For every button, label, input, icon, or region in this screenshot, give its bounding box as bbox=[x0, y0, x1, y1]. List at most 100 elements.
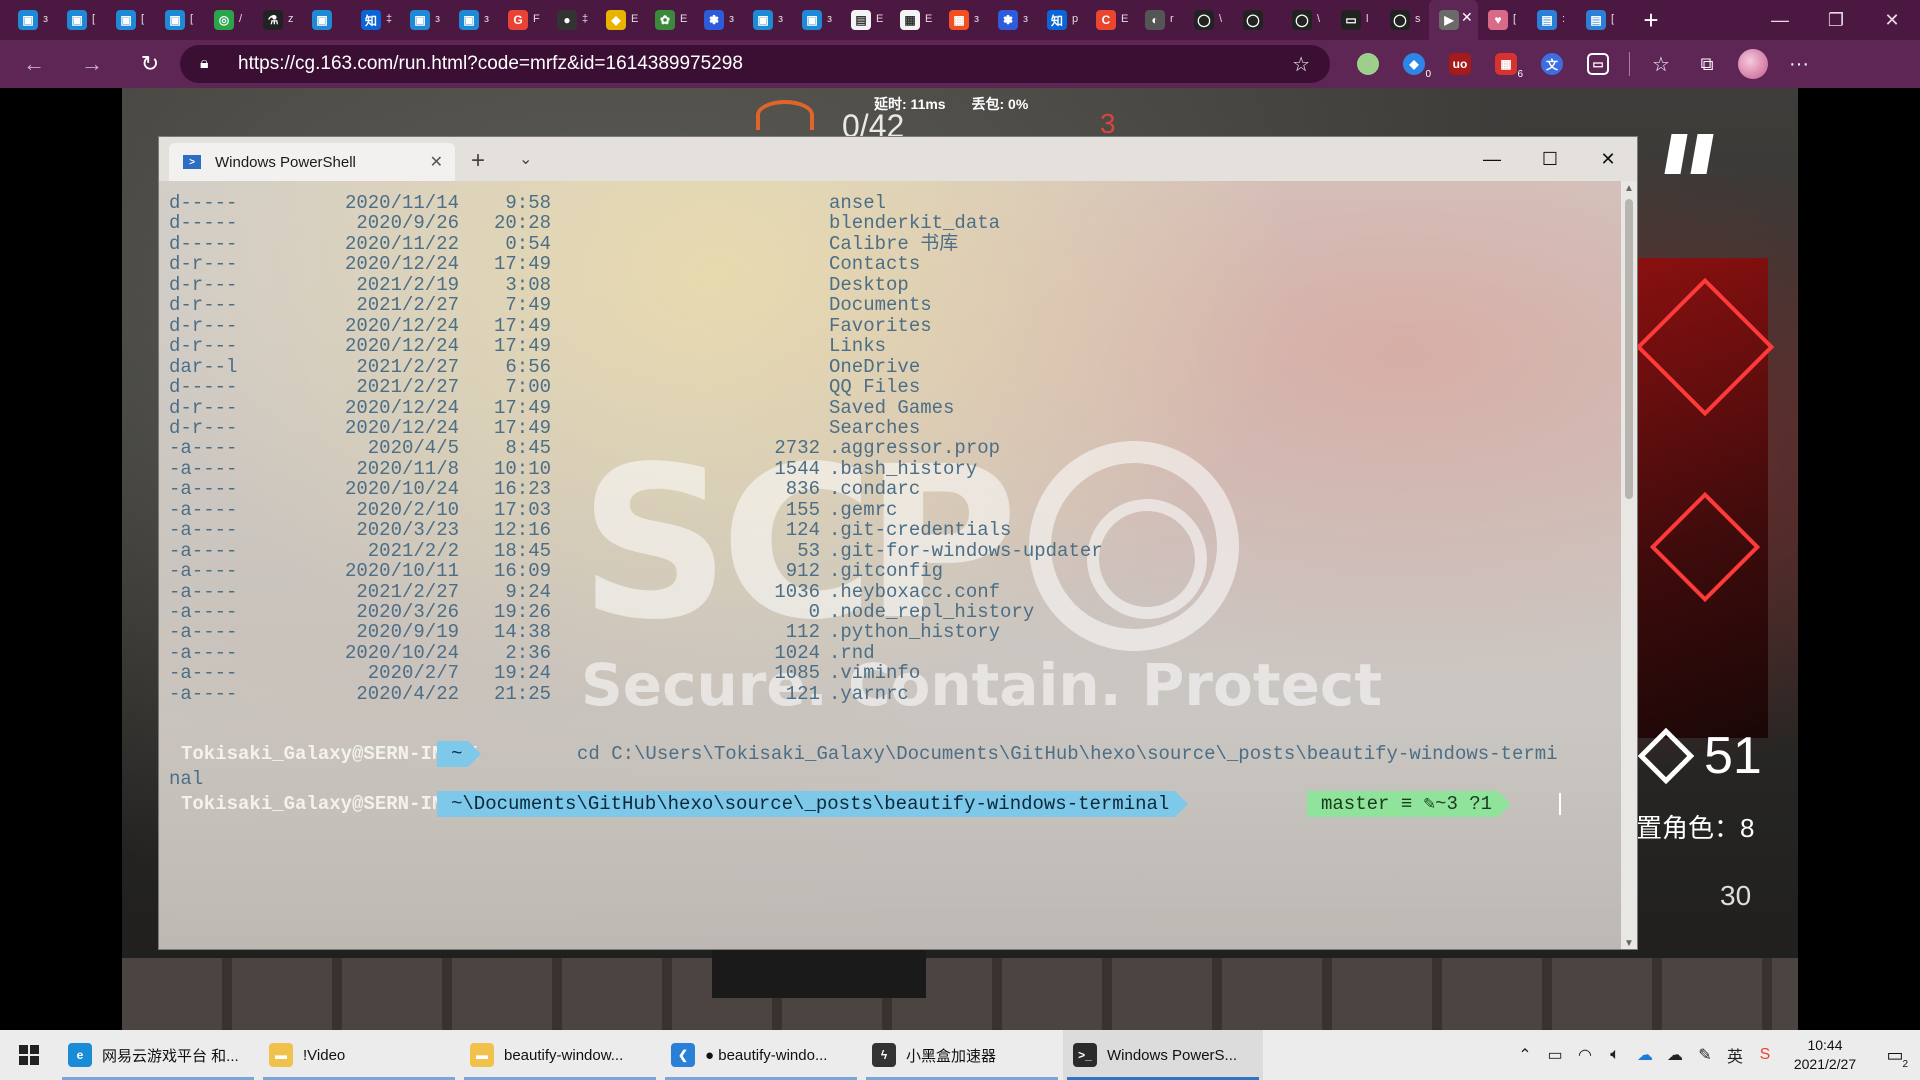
url-text[interactable]: https://cg.163.com/run.html?code=mrfz&id… bbox=[238, 53, 743, 75]
terminal-titlebar[interactable]: > Windows PowerShell ✕ + ⌄ — ☐ ✕ bbox=[159, 137, 1637, 181]
taskbar-app-button[interactable]: ϟ 小黑盒加速器 bbox=[862, 1030, 1062, 1080]
settings-menu-button[interactable]: ··· bbox=[1776, 46, 1822, 82]
add-favorite-icon[interactable]: ☆ bbox=[1292, 52, 1310, 77]
input-method-icon[interactable]: 英 bbox=[1720, 1030, 1750, 1080]
browser-tab[interactable]: ✿ E bbox=[645, 0, 694, 40]
browser-tab[interactable]: ▣ з bbox=[400, 0, 449, 40]
browser-tab[interactable]: ▣ з bbox=[743, 0, 792, 40]
microsoft-icon: ▦ bbox=[949, 10, 969, 30]
chevron-down-icon[interactable]: ⌄ bbox=[519, 149, 532, 169]
deploy-area-button[interactable] bbox=[712, 946, 926, 998]
browser-toolbar: ← → ↻ 🔒︎ https://cg.163.com/run.html?cod… bbox=[0, 40, 1920, 88]
browser-tab[interactable]: ▶ ✕ bbox=[1429, 0, 1478, 40]
file-length: 121 bbox=[785, 682, 820, 705]
taskbar-app-button[interactable]: ▬ beautify-window... bbox=[460, 1030, 660, 1080]
favorites-button[interactable]: ☆ bbox=[1638, 46, 1684, 82]
scrollbar-thumb[interactable] bbox=[1625, 199, 1633, 499]
minimize-button[interactable]: — bbox=[1463, 137, 1521, 181]
browser-tab[interactable]: ♥[ bbox=[1478, 0, 1527, 40]
clock[interactable]: 10:44 2021/2/27 bbox=[1780, 1036, 1870, 1074]
browser-tab[interactable]: ◯ bbox=[1233, 0, 1282, 40]
browser-tab[interactable]: ◯ \ bbox=[1282, 0, 1331, 40]
browser-tab[interactable]: GF bbox=[498, 0, 547, 40]
volume-icon[interactable]: 🔈︎ bbox=[1600, 1030, 1630, 1080]
browser-tab[interactable]: ⚗ z bbox=[253, 0, 302, 40]
profile-button[interactable] bbox=[1730, 46, 1776, 82]
tab-title-truncated: : bbox=[1562, 13, 1566, 25]
tab-title-truncated: z bbox=[288, 13, 294, 25]
terminal-tab[interactable]: > Windows PowerShell ✕ bbox=[169, 143, 455, 181]
tab-title-truncated: з bbox=[974, 13, 980, 25]
extension-blue-button[interactable]: ◆ 0 bbox=[1391, 46, 1437, 82]
browser-tab[interactable]: ▣ bbox=[302, 0, 351, 40]
browser-tab[interactable]: ▤ E bbox=[841, 0, 890, 40]
browser-tab[interactable]: ◎ / bbox=[204, 0, 253, 40]
wifi-icon[interactable]: ◠ bbox=[1570, 1030, 1600, 1080]
restore-button[interactable]: ❐ bbox=[1808, 0, 1864, 40]
collections-button[interactable]: ⧉ bbox=[1684, 46, 1730, 82]
browser-tab[interactable]: ▤[ bbox=[1576, 0, 1625, 40]
onedrive-icon[interactable]: ☁ bbox=[1630, 1030, 1660, 1080]
forward-button[interactable]: → bbox=[68, 44, 116, 84]
browser-tab[interactable]: ▤: bbox=[1527, 0, 1576, 40]
bilibili-icon: ▣ bbox=[802, 10, 822, 30]
pause-button[interactable] bbox=[1664, 134, 1714, 174]
pen-icon[interactable]: ✎ bbox=[1690, 1030, 1720, 1080]
browser-tab[interactable]: ◯ s bbox=[1380, 0, 1429, 40]
bilibili-icon: ▣ bbox=[67, 10, 87, 30]
browser-tab[interactable]: ◐ r bbox=[1135, 0, 1184, 40]
scrollbar[interactable]: ▲ ▼ bbox=[1621, 181, 1637, 949]
browser-tab[interactable]: 知 ‡ bbox=[351, 0, 400, 40]
browser-tab[interactable]: ● ‡ bbox=[547, 0, 596, 40]
browser-tab[interactable]: ▣[ bbox=[155, 0, 204, 40]
browser-tab[interactable]: ▣ з bbox=[792, 0, 841, 40]
taskbar-app-button[interactable]: ❮ ● beautify-windo... bbox=[661, 1030, 861, 1080]
extension-red-button[interactable]: ▦ 6 bbox=[1483, 46, 1529, 82]
browser-tab[interactable]: ▣ з bbox=[449, 0, 498, 40]
browser-tab[interactable]: ◯ \ bbox=[1184, 0, 1233, 40]
ublock-button[interactable]: uo bbox=[1437, 46, 1483, 82]
chevron-up-icon[interactable]: ⌃ bbox=[1510, 1030, 1540, 1080]
close-tab-icon[interactable]: ✕ bbox=[430, 152, 443, 172]
browser-tab[interactable]: ▣ з bbox=[8, 0, 57, 40]
terminal-output[interactable]: SCP Secure. Contain. Protect d----- 2020/… bbox=[159, 181, 1623, 949]
browser-tab[interactable]: 知p bbox=[1037, 0, 1086, 40]
refresh-button[interactable]: ↻ bbox=[126, 44, 174, 84]
translate-button[interactable]: 文 bbox=[1529, 46, 1575, 82]
browser-tab[interactable]: ▦ E bbox=[890, 0, 939, 40]
taskbar-app-button[interactable]: >_ Windows PowerS... bbox=[1063, 1030, 1263, 1080]
extension-green-button[interactable] bbox=[1345, 46, 1391, 82]
close-button[interactable]: ✕ bbox=[1864, 0, 1920, 40]
app-tray-icon[interactable]: S bbox=[1750, 1030, 1780, 1080]
scroll-down-icon[interactable]: ▼ bbox=[1621, 938, 1637, 949]
folder-icon: ▬ bbox=[470, 1043, 494, 1067]
browser-tab[interactable]: ▦ з bbox=[939, 0, 988, 40]
browser-tab[interactable]: ▣[ bbox=[57, 0, 106, 40]
maximize-button[interactable]: ☐ bbox=[1521, 137, 1579, 181]
address-bar[interactable]: 🔒︎ https://cg.163.com/run.html?code=mrfz… bbox=[180, 45, 1330, 83]
browser-tab[interactable]: ✽ з bbox=[694, 0, 743, 40]
new-tab-button[interactable]: + bbox=[1631, 0, 1671, 40]
close-tab-icon[interactable]: ✕ bbox=[1461, 9, 1473, 26]
close-button[interactable]: ✕ bbox=[1579, 137, 1637, 181]
taskbar-app-button[interactable]: e 网易云游戏平台 和... bbox=[58, 1030, 258, 1080]
scroll-up-icon[interactable]: ▲ bbox=[1621, 183, 1637, 194]
notification-button[interactable]: ▭ 2 bbox=[1870, 1030, 1920, 1080]
battery-icon[interactable]: ▭ bbox=[1540, 1030, 1570, 1080]
back-button[interactable]: ← bbox=[10, 44, 58, 84]
reader-button[interactable]: ▭ bbox=[1575, 46, 1621, 82]
minimize-button[interactable]: — bbox=[1752, 0, 1808, 40]
terminal-window[interactable]: > Windows PowerShell ✕ + ⌄ — ☐ ✕ SCP Sec… bbox=[158, 136, 1638, 950]
browser-tab[interactable]: ✽ з bbox=[988, 0, 1037, 40]
browser-tab[interactable]: ▣[ bbox=[106, 0, 155, 40]
taskbar-app-button[interactable]: ▬ !Video bbox=[259, 1030, 459, 1080]
browser-tab[interactable]: ◆ E bbox=[596, 0, 645, 40]
browser-tab[interactable]: CE bbox=[1086, 0, 1135, 40]
cloud-icon[interactable]: ☁ bbox=[1660, 1030, 1690, 1080]
start-button[interactable] bbox=[0, 1030, 58, 1080]
browser-tab[interactable]: ▭ l bbox=[1331, 0, 1380, 40]
file-mode: -a---- bbox=[169, 682, 238, 705]
tab-title-truncated: ‡ bbox=[386, 13, 393, 25]
operator-bar[interactable] bbox=[122, 958, 1798, 1030]
new-tab-button[interactable]: + bbox=[471, 147, 485, 175]
